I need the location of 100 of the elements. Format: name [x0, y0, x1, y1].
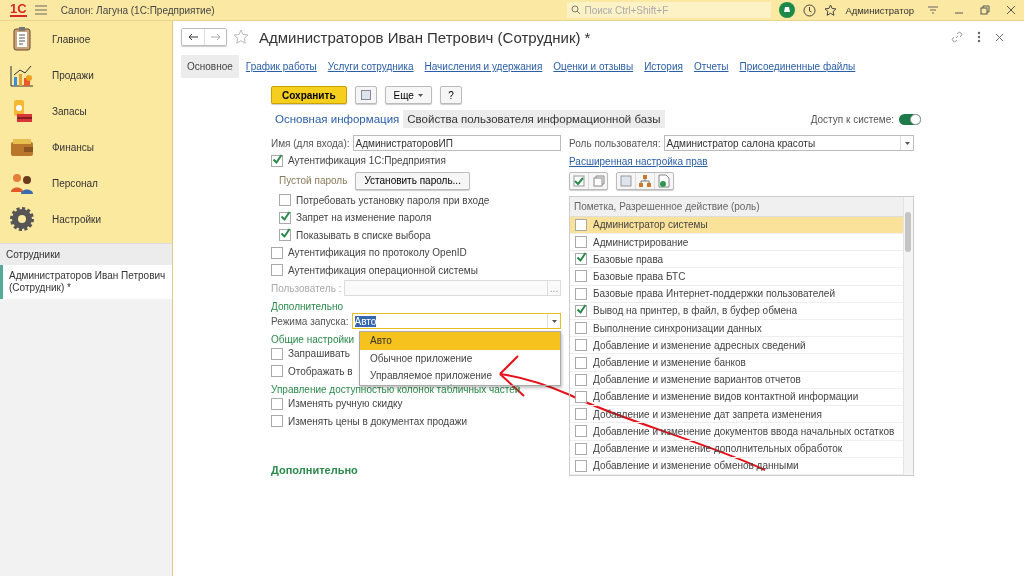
menu-icon[interactable] — [34, 5, 47, 15]
help-button[interactable]: ? — [439, 86, 462, 104]
checkbox[interactable] — [575, 218, 587, 231]
role-row[interactable]: Добавление и изменение видов контактной информации — [570, 388, 903, 407]
copy-icon[interactable] — [588, 173, 607, 189]
tab[interactable]: Оценки и отзывы — [549, 56, 638, 77]
add-document-icon[interactable] — [654, 173, 673, 189]
icon-button[interactable] — [354, 86, 377, 104]
save-button[interactable]: Сохранить — [271, 86, 347, 104]
launch-mode-field[interactable]: Авто — [351, 313, 561, 329]
tab[interactable]: Начисления и удержания — [420, 56, 547, 77]
checkbox[interactable] — [271, 154, 283, 167]
role-row[interactable]: Выполнение синхронизации данных — [570, 320, 903, 338]
history-icon[interactable] — [803, 3, 817, 17]
role-row[interactable]: Добавление и изменение вариантов отчетов — [570, 371, 903, 389]
logo: 1С — [10, 3, 27, 17]
dropdown-caret-icon[interactable] — [900, 136, 913, 150]
checkbox[interactable] — [575, 425, 587, 438]
checkbox[interactable] — [575, 253, 587, 266]
role-row[interactable]: Добавление и изменение адресных сведений — [570, 337, 903, 355]
checkbox[interactable] — [271, 365, 283, 378]
role-field[interactable]: Администратор салона красоты — [663, 135, 914, 151]
tab[interactable]: Основное — [181, 55, 239, 78]
check-all-icon[interactable] — [570, 173, 588, 189]
dropdown-option[interactable]: Авто — [360, 332, 560, 350]
role-row[interactable]: Добавление и изменение обменов данными — [570, 457, 903, 475]
checkbox[interactable] — [271, 264, 283, 277]
section-link[interactable]: Финансы — [52, 141, 94, 153]
checkbox[interactable] — [575, 304, 587, 317]
role-row[interactable]: Базовые права — [570, 251, 903, 269]
role-row[interactable]: Базовые права БТС — [570, 268, 903, 286]
star-icon[interactable] — [824, 3, 838, 17]
group-tab[interactable]: Основная информация — [271, 110, 404, 128]
field-label: Режима запуска: — [271, 315, 349, 327]
checkbox-label: Запрет на изменение пароля — [296, 212, 432, 224]
group-title: Дополнительно — [271, 300, 343, 312]
section-link[interactable]: Настройки — [52, 213, 102, 225]
open-window-item[interactable]: Администраторов Иван Петрович (Сотрудник) * — [0, 265, 172, 299]
checkbox[interactable] — [279, 194, 291, 207]
role-name: Добавление и изменение вариантов отчетов — [593, 374, 801, 386]
gear-icon[interactable] — [9, 206, 35, 232]
role-row[interactable]: Базовые права Интернет-поддержки пользователей — [570, 285, 903, 303]
checkbox[interactable] — [575, 356, 587, 369]
tab[interactable]: История — [640, 56, 687, 77]
tab[interactable]: График работы — [241, 56, 321, 77]
uncheck-all-icon[interactable] — [617, 173, 635, 189]
role-name: Добавление и изменение обменов данными — [593, 460, 799, 472]
checkbox[interactable] — [575, 322, 587, 335]
role-row[interactable]: Администрирование — [570, 233, 903, 252]
password-status: Пустой пароль — [279, 175, 348, 186]
close-icon[interactable] — [995, 32, 1004, 42]
column-header: Пометка, Разрешенное действие (роль) — [570, 197, 903, 217]
section-link[interactable]: Запасы — [52, 105, 87, 117]
more-icon[interactable] — [977, 31, 981, 43]
section-link[interactable]: Главное — [52, 33, 91, 45]
checkbox-label: Аутентификация операционной системы — [288, 264, 478, 276]
set-password-button[interactable]: Установить пароль... — [355, 171, 470, 190]
scrollbar[interactable] — [903, 197, 913, 475]
checkbox-label: Изменять цены в документах продажи — [288, 415, 467, 427]
role-row[interactable]: Вывод на принтер, в файл, в буфер обмена — [570, 302, 903, 320]
tab[interactable]: Услуги сотрудника — [323, 56, 418, 77]
checkbox[interactable] — [575, 236, 587, 248]
checkbox[interactable] — [271, 415, 283, 428]
restore-icon[interactable] — [979, 4, 991, 16]
checkbox[interactable] — [575, 459, 587, 472]
role-row[interactable]: Добавление и изменение дополнительных обработок — [570, 440, 903, 458]
checkbox[interactable] — [575, 408, 587, 421]
checkbox[interactable] — [575, 373, 587, 386]
tab[interactable]: Отчеты — [689, 56, 733, 77]
dropdown-option[interactable]: Управляемое приложение — [360, 367, 560, 385]
checkbox[interactable] — [271, 397, 283, 410]
hierarchy-icon[interactable] — [635, 173, 654, 189]
checkbox[interactable] — [575, 270, 587, 283]
checkbox[interactable] — [271, 246, 283, 259]
tab[interactable]: Присоединенные файлы — [735, 56, 860, 77]
checkbox[interactable] — [575, 339, 587, 352]
checkbox[interactable] — [575, 287, 587, 300]
advanced-rights-link[interactable]: Расширенная настройка прав — [569, 152, 914, 170]
checkbox[interactable] — [271, 347, 283, 360]
back-button[interactable] — [182, 29, 204, 45]
search-icon — [571, 5, 582, 15]
close-icon[interactable] — [1005, 4, 1017, 16]
dropdown-option[interactable]: Обычное приложение — [360, 349, 560, 367]
more-button[interactable]: Еще — [384, 86, 432, 104]
access-label: Доступ к системе: — [810, 113, 894, 125]
role-row[interactable]: Добавление и изменение банков — [570, 354, 903, 372]
checkbox[interactable] — [279, 229, 291, 242]
checkbox[interactable] — [575, 442, 587, 455]
checkbox[interactable] — [279, 211, 291, 224]
checkbox[interactable] — [575, 390, 587, 403]
user-name[interactable]: Администратор — [845, 4, 914, 16]
group-tab[interactable]: Свойства пользователя информационной базы — [403, 110, 665, 128]
forward-button[interactable] — [204, 29, 226, 45]
login-field[interactable]: АдминистраторовИП — [352, 135, 561, 151]
dropdown-caret-icon[interactable] — [547, 314, 560, 328]
access-toggle[interactable] — [899, 113, 921, 125]
link-icon[interactable] — [951, 31, 963, 43]
favorite-star-icon[interactable] — [233, 29, 249, 45]
section-link[interactable]: Персонал — [52, 177, 98, 189]
section-link[interactable]: Продажи — [52, 69, 94, 81]
